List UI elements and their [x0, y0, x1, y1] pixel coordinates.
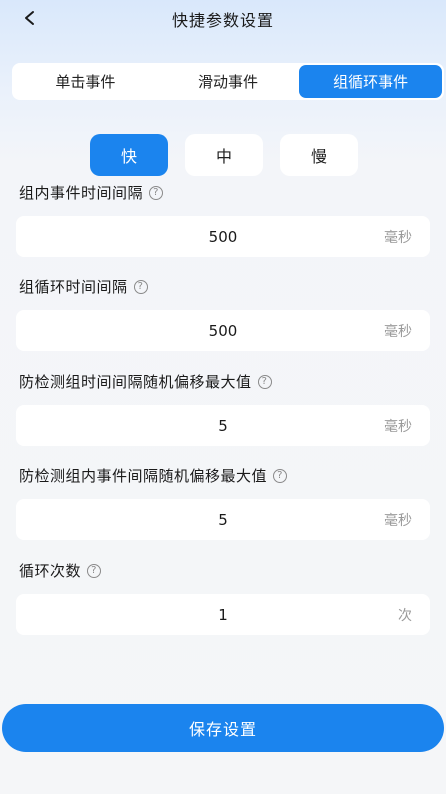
save-settings-button[interactable]: 保存设置 — [2, 704, 444, 752]
group-interval-random-offset-field: 毫秒 — [16, 405, 430, 446]
group-event-interval-input[interactable] — [16, 216, 430, 257]
field-label-text: 防检测组内事件间隔随机偏移最大值 — [19, 467, 268, 485]
help-icon[interactable]: ? — [273, 468, 288, 483]
loop-count-field: 次 — [16, 594, 430, 635]
unit-label: 毫秒 — [384, 419, 412, 435]
tab-click-event[interactable]: 单击事件 — [14, 65, 157, 98]
event-type-tabs: 单击事件 滑动事件 组循环事件 — [12, 63, 444, 100]
group-loop-interval-field: 毫秒 — [16, 310, 430, 351]
group-loop-interval-label: 组循环时间间隔 ? — [19, 276, 148, 297]
help-icon[interactable]: ? — [257, 374, 272, 389]
header: 快捷参数设置 — [0, 0, 446, 36]
group-event-interval-label: 组内事件时间间隔 ? — [19, 182, 164, 203]
group-interval-random-offset-input[interactable] — [16, 405, 430, 446]
field-label-text: 组循环时间间隔 — [19, 278, 128, 296]
field-label-text: 防检测组时间间隔随机偏移最大值 — [19, 373, 252, 391]
speed-fast-button[interactable]: 快 — [90, 134, 168, 176]
page-title: 快捷参数设置 — [171, 11, 274, 30]
unit-label: 毫秒 — [384, 513, 412, 529]
help-icon[interactable]: ? — [87, 563, 102, 578]
speed-slow-button[interactable]: 慢 — [280, 134, 358, 176]
field-label-text: 循环次数 — [19, 562, 82, 580]
speed-selector: 快 中 慢 — [90, 134, 358, 176]
loop-count-label: 循环次数 ? — [19, 560, 102, 581]
group-interval-random-offset-label: 防检测组时间间隔随机偏移最大值 ? — [19, 371, 272, 392]
group-event-interval-field: 毫秒 — [16, 216, 430, 257]
tab-swipe-event[interactable]: 滑动事件 — [157, 65, 300, 98]
group-loop-interval-input[interactable] — [16, 310, 430, 351]
unit-label: 毫秒 — [384, 230, 412, 246]
tab-group-loop-event[interactable]: 组循环事件 — [299, 65, 443, 98]
speed-medium-button[interactable]: 中 — [185, 134, 263, 176]
in-group-event-random-offset-label: 防检测组内事件间隔随机偏移最大值 ? — [19, 465, 288, 486]
field-label-text: 组内事件时间间隔 — [19, 184, 144, 202]
unit-label: 毫秒 — [384, 324, 412, 340]
in-group-event-random-offset-field: 毫秒 — [16, 499, 430, 540]
loop-count-input[interactable] — [16, 594, 430, 635]
help-icon[interactable]: ? — [133, 279, 148, 294]
in-group-event-random-offset-input[interactable] — [16, 499, 430, 540]
help-icon[interactable]: ? — [149, 185, 164, 200]
unit-label: 次 — [398, 608, 412, 624]
